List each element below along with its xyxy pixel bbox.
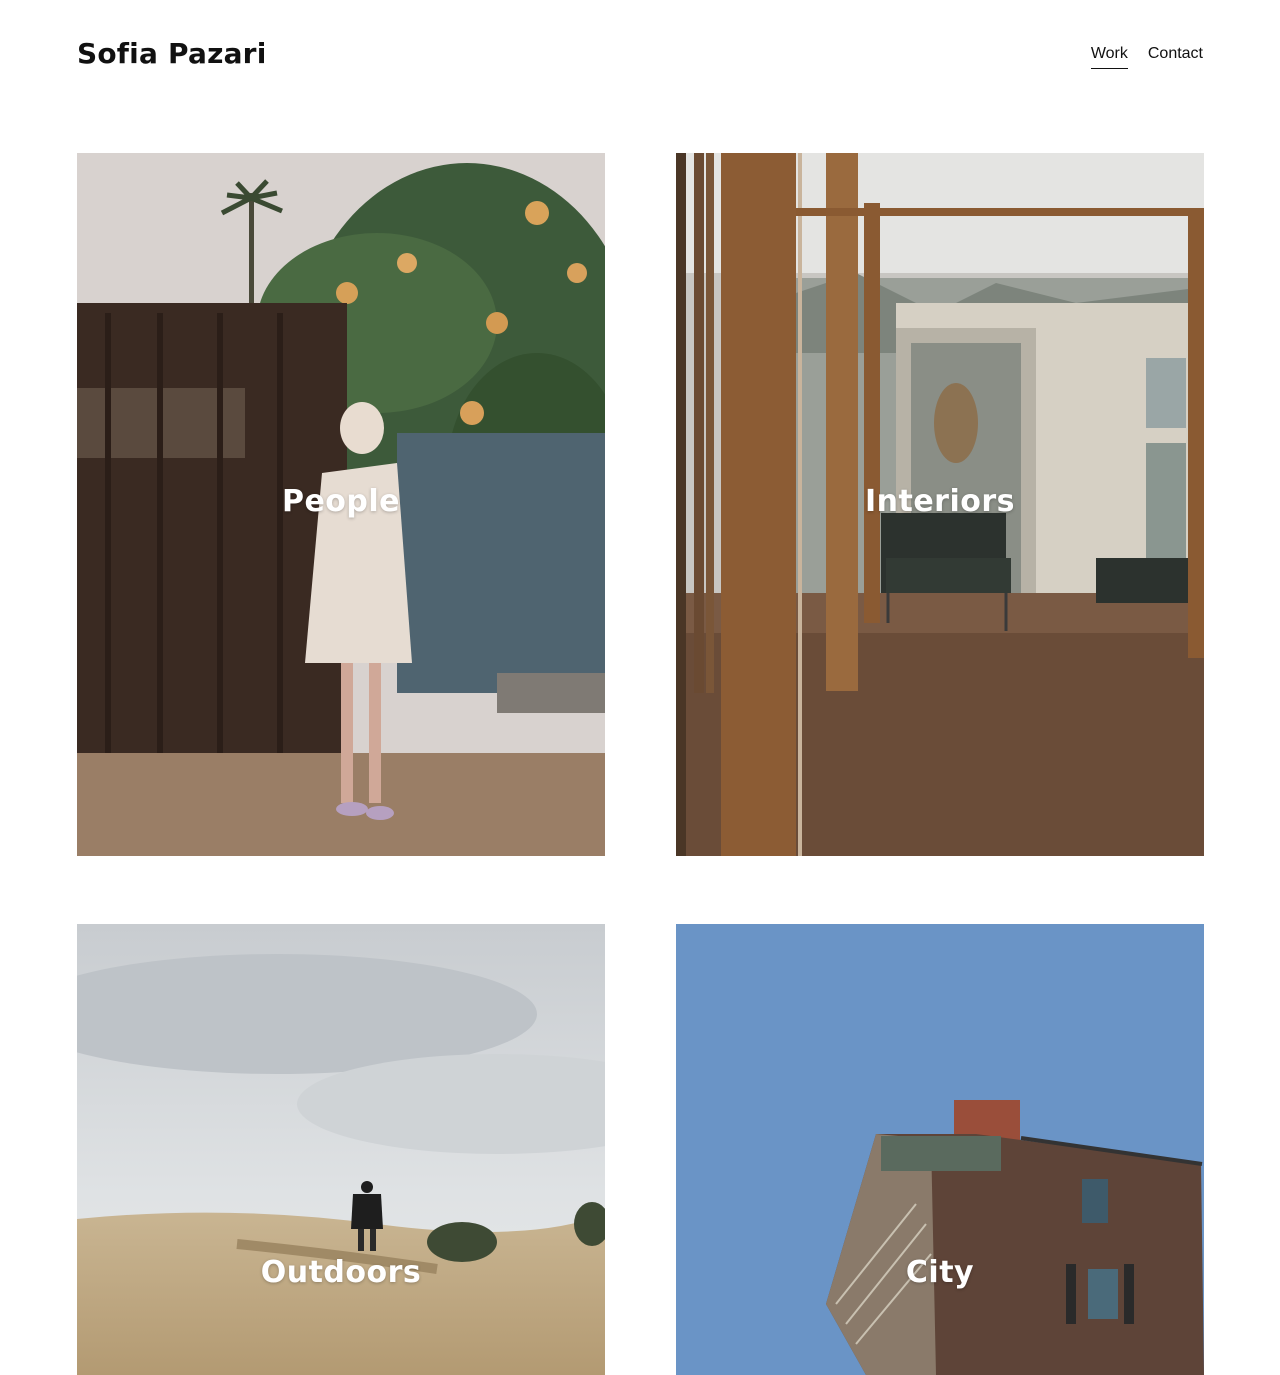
gallery-tile-outdoors[interactable]: Outdoors bbox=[77, 924, 605, 1375]
site-title[interactable]: Sofia Pazari bbox=[77, 36, 267, 72]
tile-label-interiors: Interiors bbox=[864, 484, 1016, 519]
nav-link-work[interactable]: Work bbox=[1090, 42, 1128, 69]
nav-link-contact[interactable]: Contact bbox=[1148, 42, 1203, 69]
gallery-tile-interiors[interactable]: Interiors bbox=[676, 153, 1204, 856]
tile-label-outdoors: Outdoors bbox=[260, 1255, 422, 1290]
main-nav: Work Contact bbox=[1090, 42, 1203, 69]
tile-label-people: People bbox=[281, 484, 401, 519]
brick-building-against-blue-sky-photo bbox=[676, 924, 1204, 1375]
tile-label-city: City bbox=[905, 1255, 975, 1290]
site-header: Sofia Pazari Work Contact bbox=[0, 0, 1280, 110]
gallery-tile-people[interactable]: People bbox=[77, 153, 605, 856]
gallery-tile-city[interactable]: City bbox=[676, 924, 1204, 1375]
person-walking-in-grass-field-photo bbox=[77, 924, 605, 1375]
